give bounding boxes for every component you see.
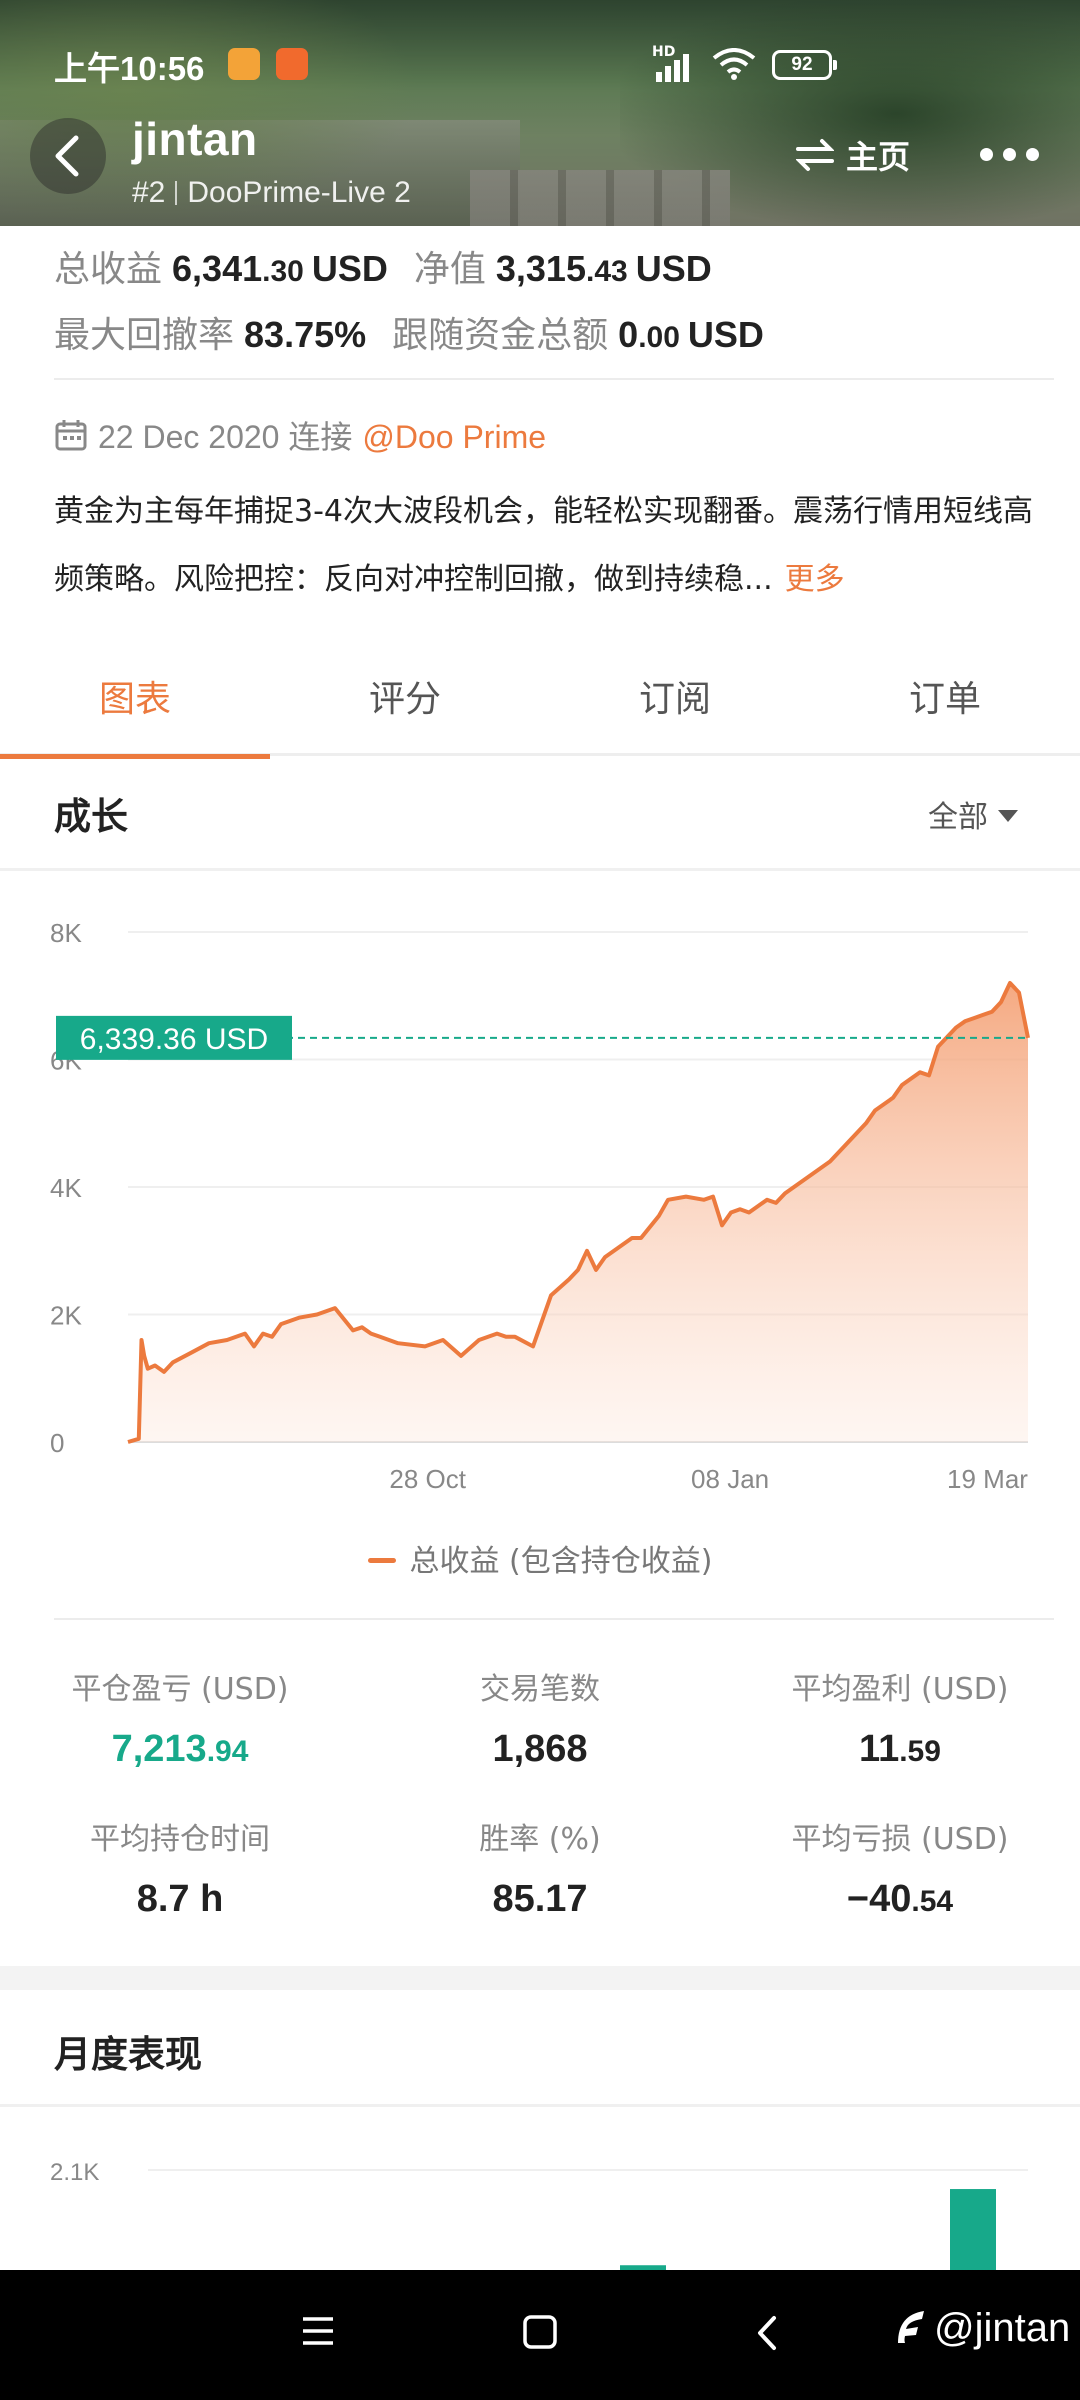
metric-label: 平均盈利 (USD)	[791, 1672, 1009, 1707]
monthly-chart: 2.1K	[50, 2159, 1028, 2270]
metric-value: 7,213.94	[111, 1728, 249, 1770]
tab-rating[interactable]: 评分	[270, 660, 540, 756]
summary-line-1: 总收益 6,341.30 USD 净值 3,315.43 USD	[54, 248, 712, 289]
y-tick-label: 4K	[50, 1173, 82, 1203]
status-bar: 上午10:56 HD 92	[0, 38, 1080, 88]
metric-value: −40.54	[846, 1878, 954, 1920]
connection-row: 22 Dec 2020 连接 @Doo Prime	[54, 412, 546, 458]
metric-label: 交易笔数	[480, 1672, 600, 1707]
back-arrow-icon	[758, 2316, 776, 2350]
growth-title: 成长	[54, 795, 128, 838]
metric-item: 平均持仓时间 8.7 h	[0, 1814, 360, 1921]
account-name: DooPrime-Live 2	[187, 176, 411, 209]
back-nav-button[interactable]	[752, 2314, 782, 2356]
metric-item: 交易笔数 1,868	[360, 1664, 720, 1771]
y-tick-label: 0	[50, 1428, 64, 1458]
metric-value: 11.59	[859, 1728, 941, 1770]
metric-label: 平均持仓时间	[90, 1822, 270, 1857]
more-link[interactable]: 更多	[785, 562, 845, 597]
home-label: 主页	[846, 138, 911, 176]
trader-rank: #2	[132, 176, 166, 209]
app-logo-icon	[898, 2311, 924, 2343]
chevron-left-icon	[55, 135, 79, 177]
metric-label: 平仓盈亏 (USD)	[71, 1672, 289, 1707]
metric-label: 胜率 (%)	[479, 1822, 601, 1857]
summary-line-2: 最大回撤率 83.75% 跟随资金总额 0.00 USD	[54, 314, 764, 355]
strategy-description: 黄金为主每年捕捉3-4次大波段机会，能轻松实现翻番。震荡行情用短线高频策略。风险…	[54, 494, 1033, 597]
notification-icon	[276, 48, 308, 80]
menu-icon	[303, 2317, 333, 2345]
metric-value: 1,868	[492, 1728, 588, 1770]
growth-chart: 02K4K6K8K28 Oct 08 Jan 19 Mar6,339.36 USD	[50, 918, 1030, 1494]
tab-orders[interactable]: 订单	[810, 660, 1080, 756]
calendar-icon	[55, 420, 87, 451]
menu-button[interactable]	[300, 2314, 336, 2352]
tab-chart[interactable]: 图表	[0, 660, 270, 759]
divider	[0, 2104, 1080, 2107]
monthly-bar	[950, 2189, 996, 2270]
equity: 3,315	[495, 248, 586, 289]
metric-value: 85.17	[492, 1878, 588, 1920]
metric-item: 平均盈利 (USD) 11.59	[720, 1664, 1080, 1771]
wifi-icon	[712, 48, 756, 85]
caret-down-icon	[998, 810, 1018, 822]
divider	[54, 1618, 1054, 1620]
legend-label: 总收益 (包含持仓收益)	[409, 1544, 713, 1579]
x-tick-label: 28 Oct	[389, 1464, 466, 1494]
max-drawdown: 83.75%	[244, 314, 367, 355]
metric-item: 胜率 (%) 85.17	[360, 1814, 720, 1921]
y-tick-label: 2K	[50, 1301, 82, 1331]
back-button[interactable]	[30, 118, 106, 194]
notification-icon	[228, 48, 260, 80]
metric-label: 平均亏损 (USD)	[791, 1822, 1009, 1857]
range-filter-dropdown[interactable]: 全部	[928, 792, 1018, 836]
connect-date: 22 Dec 2020	[98, 419, 280, 455]
follow-funds: 0	[618, 314, 639, 355]
y-tick-label: 2.1K	[50, 2159, 99, 2186]
screen: 上午10:56 HD 92 jintan #2 DooPrime-Live 2 主…	[0, 0, 1080, 2400]
trader-name: jintan	[132, 113, 258, 165]
metric-item: 平仓盈亏 (USD) 7,213.94	[0, 1664, 360, 1771]
section-gap	[0, 1966, 1080, 1990]
current-value-label: 6,339.36 USD	[80, 1023, 268, 1056]
home-nav-button[interactable]	[522, 2314, 558, 2354]
more-options-button[interactable]	[978, 140, 1042, 168]
battery-icon: 92	[772, 50, 837, 80]
tab-subscription[interactable]: 订阅	[540, 660, 810, 756]
y-tick-label: 8K	[50, 918, 82, 948]
signal-icon	[656, 52, 698, 82]
monthly-title: 月度表现	[54, 2033, 202, 2076]
swap-icon	[795, 139, 835, 171]
legend-swatch	[367, 1558, 396, 1563]
home-button[interactable]: 主页	[795, 132, 911, 176]
chart-legend: 总收益 (包含持仓收益)	[0, 1536, 1080, 1580]
broker-link[interactable]: @Doo Prime	[362, 419, 546, 455]
trader-subline: #2 DooPrime-Live 2	[132, 176, 411, 210]
total-profit: 6,341	[172, 248, 263, 289]
status-time: 上午10:56	[54, 50, 205, 87]
metric-value: 8.7 h	[136, 1878, 224, 1920]
divider	[54, 378, 1054, 380]
home-square-icon	[523, 2315, 557, 2349]
watermark: @jintan	[892, 2306, 1070, 2351]
x-tick-label: 08 Jan	[691, 1464, 769, 1494]
tab-bar: 图表 评分 订阅 订单	[0, 660, 1080, 759]
divider	[0, 868, 1080, 871]
x-tick-label: 19 Mar	[947, 1464, 1028, 1494]
metric-item: 平均亏损 (USD) −40.54	[720, 1814, 1080, 1921]
